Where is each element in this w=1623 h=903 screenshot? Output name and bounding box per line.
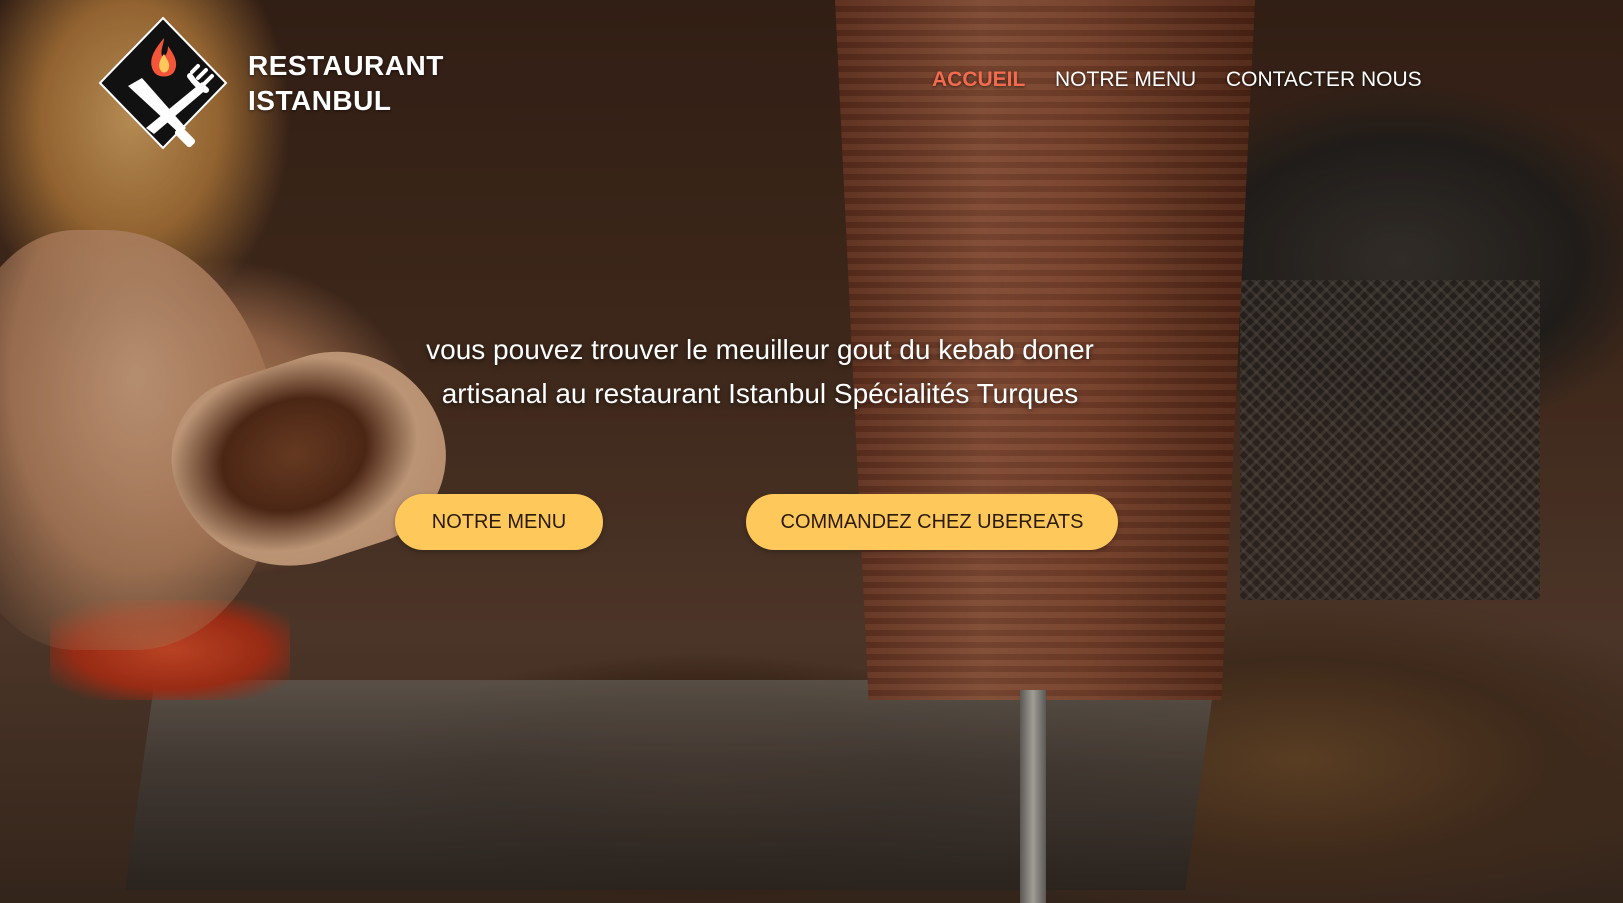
notre-menu-button[interactable]: NOTRE MENU <box>395 494 603 550</box>
main-nav: ACCUEIL NOTRE MENU CONTACTER NOUS <box>0 68 1623 98</box>
nav-link-notre-menu[interactable]: NOTRE MENU <box>1055 68 1196 92</box>
hero-section: RESTAURANT ISTANBUL ACCUEIL NOTRE MENU C… <box>0 0 1623 903</box>
nav-link-contacter-nous[interactable]: CONTACTER NOUS <box>1226 68 1422 92</box>
ubereats-order-button[interactable]: COMMANDEZ CHEZ UBEREATS <box>746 494 1118 550</box>
nav-link-accueil[interactable]: ACCUEIL <box>932 68 1025 92</box>
hero-tagline: vous pouvez trouver le meuilleur gout du… <box>426 334 1094 409</box>
hero-overlay <box>0 0 1623 903</box>
